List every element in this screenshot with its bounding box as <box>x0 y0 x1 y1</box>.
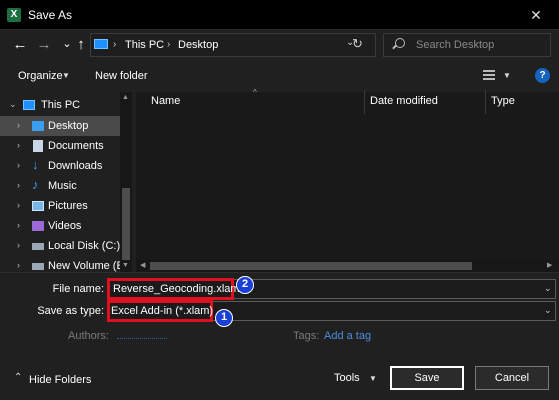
tags-label: Tags: <box>293 330 320 342</box>
tree-item-label: Pictures <box>48 200 88 212</box>
hide-folders-chevron-icon[interactable]: ⌃ <box>14 372 22 383</box>
tree-item-label: Local Disk (C:) <box>48 240 121 252</box>
file-name-value[interactable]: Reverse_Geocoding.xlam <box>113 283 240 295</box>
search-icon <box>395 38 405 48</box>
tree-item-documents[interactable]: › Documents <box>0 136 120 156</box>
disk-icon <box>32 263 44 270</box>
scroll-left-arrow-icon[interactable]: ◀ <box>140 261 145 269</box>
hide-folders-button[interactable]: Hide Folders <box>29 374 91 386</box>
up-arrow-icon[interactable]: ↑ <box>72 36 90 54</box>
expand-chevron-icon[interactable]: › <box>17 220 20 230</box>
forward-arrow-icon[interactable]: → <box>35 36 53 54</box>
expand-chevron-icon[interactable]: › <box>17 180 20 190</box>
view-chevron-icon[interactable]: ▼ <box>503 71 511 80</box>
expand-chevron-icon[interactable]: › <box>17 200 20 210</box>
search-placeholder: Search Desktop <box>416 39 495 51</box>
expand-chevron-icon[interactable]: › <box>17 120 20 130</box>
expand-chevron-icon[interactable]: › <box>17 140 20 150</box>
videos-icon <box>32 221 44 231</box>
save-button[interactable]: Save <box>390 366 464 390</box>
expand-chevron-icon[interactable]: ⌄ <box>9 99 17 110</box>
breadcrumb-separator: › <box>113 39 117 50</box>
close-button[interactable]: ✕ <box>523 4 549 26</box>
expand-chevron-icon[interactable]: › <box>17 260 20 270</box>
view-options-icon[interactable] <box>483 70 495 81</box>
help-icon[interactable]: ? <box>535 68 550 83</box>
title-bar <box>0 0 559 30</box>
save-as-type-dropdown-chevron-icon[interactable]: ⌄ <box>544 305 552 316</box>
expand-chevron-icon[interactable]: › <box>17 240 20 250</box>
navigation-pane: ⌄ This PC › Desktop › Documents › ↓ Down… <box>0 92 133 272</box>
tree-item-downloads[interactable]: › ↓ Downloads <box>0 156 120 176</box>
tree-item-label: Videos <box>48 220 82 232</box>
tree-item-label: Desktop <box>48 120 89 132</box>
save-as-type-label: Save as type: <box>37 305 104 317</box>
breadcrumb-desktop[interactable]: Desktop <box>178 39 218 51</box>
scroll-up-arrow-icon[interactable]: ▲ <box>122 94 129 101</box>
tree-item-videos[interactable]: › Videos <box>0 216 120 236</box>
downloads-icon: ↓ <box>32 157 39 172</box>
tree-item-label: New Volume (E:) <box>48 260 131 272</box>
tools-chevron-icon[interactable]: ▼ <box>369 374 377 383</box>
back-arrow-icon[interactable]: ← <box>11 36 29 54</box>
tree-item-label: Music <box>48 180 77 192</box>
column-divider[interactable] <box>364 90 365 114</box>
tree-item-music[interactable]: › ♪ Music <box>0 176 120 196</box>
new-folder-button[interactable]: New folder <box>95 70 148 82</box>
tools-button[interactable]: Tools <box>334 372 360 384</box>
file-list[interactable] <box>136 92 559 260</box>
column-header-type[interactable]: Type <box>491 95 515 107</box>
music-icon: ♪ <box>32 177 39 192</box>
documents-icon <box>33 140 43 152</box>
file-name-dropdown-chevron-icon[interactable]: ⌄ <box>544 283 552 294</box>
tree-item-label: Downloads <box>48 160 103 172</box>
tree-item-new-volume-e[interactable]: › New Volume (E:) <box>0 256 131 272</box>
tree-item-pictures[interactable]: › Pictures <box>0 196 120 216</box>
desktop-icon <box>32 121 44 131</box>
scroll-down-arrow-icon[interactable]: ▼ <box>122 262 129 269</box>
authors-label: Authors: <box>68 330 109 342</box>
this-pc-icon <box>94 39 108 49</box>
navigation-scrollbar-thumb[interactable] <box>122 188 130 260</box>
save-as-type-value[interactable]: Excel Add-in (*.xlam) <box>111 305 213 317</box>
column-header-name[interactable]: Name <box>151 95 180 107</box>
organize-button[interactable]: Organize <box>18 70 63 82</box>
organize-chevron-icon: ▼ <box>62 71 70 80</box>
tree-item-this-pc[interactable]: ⌄ This PC <box>0 95 120 115</box>
pictures-icon <box>32 201 44 211</box>
excel-icon: X <box>7 8 21 22</box>
breadcrumb-this-pc[interactable]: This PC <box>125 39 164 51</box>
column-divider[interactable] <box>485 90 486 114</box>
horizontal-scrollbar-thumb[interactable] <box>150 262 472 270</box>
column-header-date-modified[interactable]: Date modified <box>370 95 438 107</box>
tree-item-label: Documents <box>48 140 104 152</box>
expand-chevron-icon[interactable]: › <box>17 160 20 170</box>
file-name-label: File name: <box>52 283 104 295</box>
tree-item-desktop[interactable]: › Desktop <box>0 116 120 136</box>
step-badge-2: 2 <box>236 276 254 294</box>
disk-icon <box>32 243 44 250</box>
tree-item-local-disk-c[interactable]: › Local Disk (C:) <box>0 236 120 256</box>
window-title: Save As <box>28 8 73 22</box>
cancel-button[interactable]: Cancel <box>475 366 549 390</box>
breadcrumb-separator: › <box>167 39 171 50</box>
tags-field[interactable]: Add a tag <box>324 330 371 342</box>
pc-icon <box>23 100 35 110</box>
sort-ascending-icon: ^ <box>253 88 257 97</box>
tree-item-label: This PC <box>41 99 81 111</box>
scroll-right-arrow-icon[interactable]: ▶ <box>547 261 552 269</box>
step-badge-1: 1 <box>215 309 233 327</box>
refresh-icon[interactable]: ↻ <box>352 36 370 52</box>
authors-field[interactable] <box>117 330 167 339</box>
